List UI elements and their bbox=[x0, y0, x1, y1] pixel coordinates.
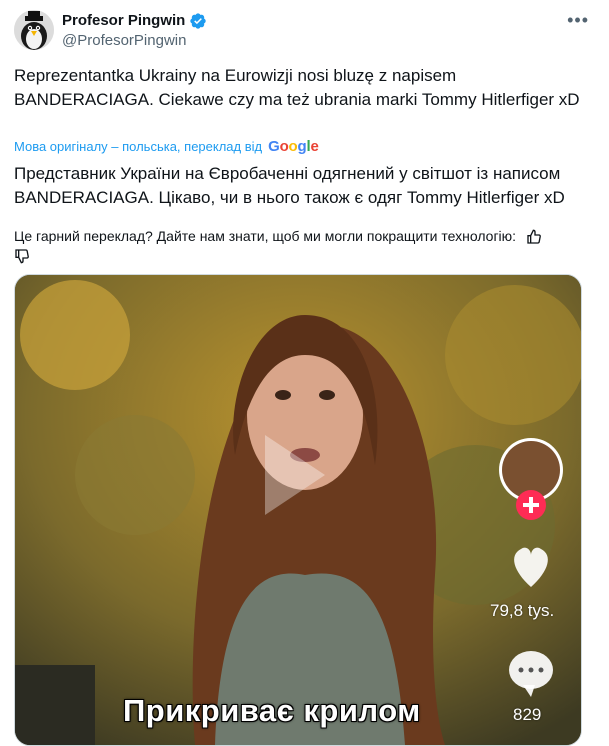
verified-badge-icon[interactable] bbox=[189, 12, 207, 30]
like-count: 79,8 tys. bbox=[490, 601, 555, 620]
avatar[interactable] bbox=[14, 10, 54, 50]
comment-count: 829 bbox=[513, 705, 542, 724]
thumbs-down-icon[interactable] bbox=[14, 248, 30, 264]
video-frame-image bbox=[15, 275, 581, 745]
google-logo-letter: o bbox=[288, 138, 298, 155]
google-logo-letter: G bbox=[268, 138, 280, 155]
translation-feedback: Це гарний переклад? Дайте нам знати, щоб… bbox=[14, 226, 589, 264]
feedback-prompt: Це гарний переклад? Дайте нам знати, щоб… bbox=[14, 228, 517, 244]
translation-notice-text: Мова оригіналу – польська, переклад від bbox=[14, 139, 263, 154]
author-display-name[interactable]: Profesor Pingwin bbox=[62, 11, 207, 31]
more-options-icon[interactable]: ••• bbox=[567, 10, 589, 31]
thumbs-up-icon[interactable] bbox=[526, 229, 542, 245]
author-handle[interactable]: @ProfesorPingwin bbox=[62, 31, 207, 51]
author-display-name-text: Profesor Pingwin bbox=[62, 12, 186, 29]
video-media[interactable]: 79,8 tys. 829 Прикриває крилом bbox=[14, 274, 582, 746]
translated-text: Представник України на Євробаченні одягн… bbox=[14, 164, 565, 207]
video-caption-overlay: Прикриває крилом bbox=[123, 693, 421, 728]
tweet-header: Profesor Pingwin @ProfesorPingwin ••• bbox=[14, 10, 595, 52]
penguin-avatar-image bbox=[14, 10, 54, 50]
tweet-text: Reprezentantka Ukrainy na Eurowizji nosi… bbox=[14, 66, 580, 109]
google-logo: Google bbox=[268, 138, 319, 155]
translation-notice[interactable]: Мова оригіналу – польська, переклад від … bbox=[14, 138, 319, 155]
author-names: Profesor Pingwin @ProfesorPingwin bbox=[62, 11, 207, 51]
google-logo-letter: o bbox=[279, 138, 289, 155]
google-logo-letter: e bbox=[310, 138, 319, 155]
